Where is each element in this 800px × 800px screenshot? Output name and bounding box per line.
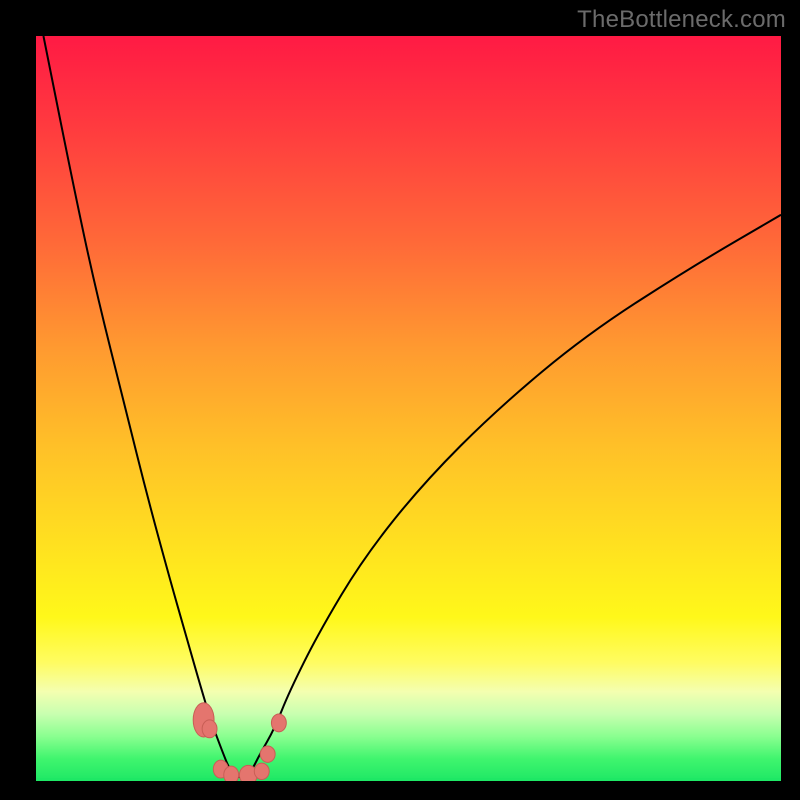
chart-plot-area xyxy=(36,36,781,781)
marker-point xyxy=(254,763,269,779)
chart-frame: TheBottleneck.com xyxy=(0,0,800,800)
marker-point xyxy=(260,746,275,762)
marker-point xyxy=(271,714,286,732)
marker-point xyxy=(202,720,217,738)
chart-svg xyxy=(36,36,781,781)
marker-point xyxy=(224,766,239,781)
bottleneck-curve xyxy=(43,36,781,777)
watermark-text: TheBottleneck.com xyxy=(577,6,786,34)
